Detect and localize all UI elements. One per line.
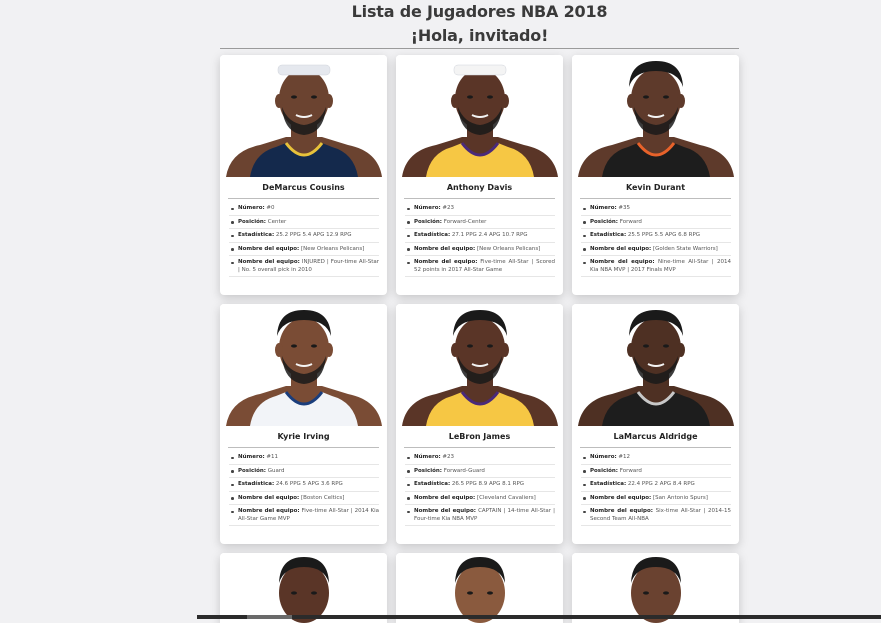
- player-photo: [572, 55, 739, 177]
- info-number: Número: #35: [581, 205, 731, 216]
- player-card[interactable]: LeBron James Número: #23 Posición: Forwa…: [396, 304, 563, 544]
- info-position: Posición: Forward-Center: [405, 219, 555, 229]
- player-card[interactable]: Anthony Davis Número: #23 Posición: Forw…: [396, 55, 563, 295]
- headband-icon: [453, 64, 507, 76]
- player-card-partial[interactable]: [572, 553, 739, 623]
- player-card[interactable]: Kyrie Irving Número: #11 Posición: Guard…: [220, 304, 387, 544]
- greeting: ¡Hola, invitado!: [410, 26, 549, 45]
- player-name: LeBron James: [448, 432, 511, 441]
- info-position: Posición: Center: [229, 219, 379, 229]
- info-number: Número: #23: [405, 454, 555, 465]
- info-notes: Nombre del equipo: Nine-time All-Star | …: [581, 259, 731, 277]
- player-name: Kevin Durant: [625, 183, 686, 192]
- player-card-partial[interactable]: [396, 553, 563, 623]
- info-stats: Estadística: 27.1 PPG 2.4 APG 10.7 RPG: [405, 232, 555, 243]
- player-photo-svg: [572, 553, 739, 623]
- player-card-partial[interactable]: [220, 553, 387, 623]
- horizontal-scrollbar[interactable]: [197, 615, 881, 619]
- info-stats: Estadística: 22.4 PPG 2 APG 8.4 RPG: [581, 481, 731, 492]
- player-photo: [572, 304, 739, 426]
- info-team: Nombre del equipo: [New Orleans Pelicans…: [405, 246, 555, 256]
- player-photo-svg: [396, 304, 563, 426]
- info-position: Posición: Forward: [581, 219, 731, 229]
- player-name: DeMarcus Cousins: [262, 183, 345, 192]
- info-position: Posición: Forward: [581, 468, 731, 478]
- player-photo-svg: [396, 55, 563, 177]
- player-photo-svg: [220, 553, 387, 623]
- player-info-list: Número: #11 Posición: Guard Estadística:…: [229, 454, 379, 529]
- card-divider: [228, 198, 379, 199]
- info-stats: Estadística: 24.6 PPG 5 APG 3.6 RPG: [229, 481, 379, 492]
- card-divider: [404, 198, 555, 199]
- headband-icon: [277, 64, 331, 76]
- info-notes: Nombre del equipo: INJURED | Four-time A…: [229, 259, 379, 277]
- info-team: Nombre del equipo: [Boston Celtics]: [229, 495, 379, 505]
- info-team: Nombre del equipo: [New Orleans Pelicans…: [229, 246, 379, 256]
- info-stats: Estadística: 26.5 PPG 8.9 APG 8.1 RPG: [405, 481, 555, 492]
- player-photo-svg: [220, 304, 387, 426]
- player-name: LaMarcus Aldridge: [613, 432, 698, 441]
- info-team: Nombre del equipo: [San Antonio Spurs]: [581, 495, 731, 505]
- player-info-list: Número: #35 Posición: Forward Estadístic…: [581, 205, 731, 280]
- player-card[interactable]: DeMarcus Cousins Número: #0 Posición: Ce…: [220, 55, 387, 295]
- page-title: Lista de Jugadores NBA 2018: [351, 2, 608, 21]
- player-photo: [220, 304, 387, 426]
- info-stats: Estadística: 25.5 PPG 5.5 APG 6.8 RPG: [581, 232, 731, 243]
- player-info-list: Número: #23 Posición: Forward-Guard Esta…: [405, 454, 555, 529]
- player-photo: [396, 55, 563, 177]
- player-info-list: Número: #0 Posición: Center Estadística:…: [229, 205, 379, 280]
- info-notes: Nombre del equipo: CAPTAIN | 14-time All…: [405, 508, 555, 526]
- info-number: Número: #12: [581, 454, 731, 465]
- info-stats: Estadística: 25.2 PPG 5.4 APG 12.9 RPG: [229, 232, 379, 243]
- info-number: Número: #23: [405, 205, 555, 216]
- info-number: Número: #0: [229, 205, 379, 216]
- card-divider: [580, 447, 731, 448]
- info-position: Posición: Guard: [229, 468, 379, 478]
- player-photo: [220, 55, 387, 177]
- page-header: Lista de Jugadores NBA 2018 ¡Hola, invit…: [220, 0, 739, 46]
- info-notes: Nombre del equipo: Six-time All-Star | 2…: [581, 508, 731, 526]
- player-info-list: Número: #12 Posición: Forward Estadístic…: [581, 454, 731, 529]
- scrollbar-thumb[interactable]: [247, 615, 292, 619]
- card-divider: [228, 447, 379, 448]
- info-team: Nombre del equipo: [Cleveland Cavaliers]: [405, 495, 555, 505]
- player-photo-svg: [396, 553, 563, 623]
- info-team: Nombre del equipo: [Golden State Warrior…: [581, 246, 731, 256]
- player-name: Anthony Davis: [446, 183, 513, 192]
- info-position: Posición: Forward-Guard: [405, 468, 555, 478]
- player-photo-svg: [220, 55, 387, 177]
- player-card[interactable]: Kevin Durant Número: #35 Posición: Forwa…: [572, 55, 739, 295]
- info-notes: Nombre del equipo: Five-time All-Star | …: [229, 508, 379, 526]
- player-photo-svg: [572, 304, 739, 426]
- info-number: Número: #11: [229, 454, 379, 465]
- player-photo: [396, 304, 563, 426]
- player-info-list: Número: #23 Posición: Forward-Center Est…: [405, 205, 555, 280]
- header-divider: [220, 48, 739, 49]
- info-notes: Nombre del equipo: Five-time All-Star | …: [405, 259, 555, 277]
- player-name: Kyrie Irving: [277, 432, 330, 441]
- player-card[interactable]: LaMarcus Aldridge Número: #12 Posición: …: [572, 304, 739, 544]
- card-divider: [404, 447, 555, 448]
- player-photo-svg: [572, 55, 739, 177]
- card-divider: [580, 198, 731, 199]
